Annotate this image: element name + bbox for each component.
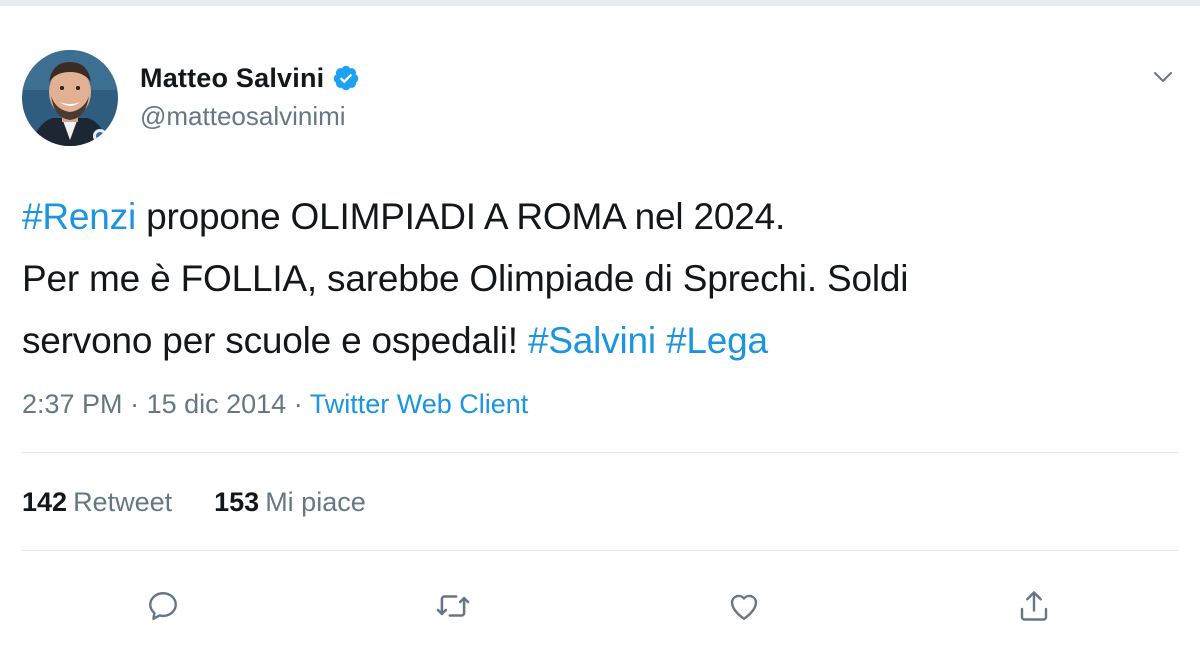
likes-stat[interactable]: 153 Mi piace xyxy=(214,487,366,518)
tweet-card: Matteo Salvini @matteosalvinimi #Renzi p… xyxy=(0,6,1200,656)
share-icon xyxy=(1020,591,1048,621)
tweet-source-link[interactable]: Twitter Web Client xyxy=(310,389,529,419)
tweet-line: servono per scuole e ospedali! #Salvini … xyxy=(22,310,1172,372)
author-name-row: Matteo Salvini xyxy=(140,60,360,96)
divider xyxy=(22,550,1178,551)
avatar[interactable] xyxy=(22,50,118,146)
chevron-down-icon xyxy=(1154,72,1172,82)
tweet-line: Per me è FOLLIA, sarebbe Olimpiade di Sp… xyxy=(22,248,1172,310)
verified-badge-icon xyxy=(332,64,360,92)
tweet-time[interactable]: 2:37 PM xyxy=(22,389,123,419)
avatar-photo xyxy=(22,50,118,146)
tweet-text-segment: Per me è FOLLIA, sarebbe Olimpiade di Sp… xyxy=(22,258,909,299)
meta-separator: · xyxy=(122,389,147,419)
retweet-icon xyxy=(436,595,470,617)
tweet-text-segment: propone OLIMPIADI A ROMA nel 2024. xyxy=(135,196,786,237)
likes-count: 153 xyxy=(214,487,260,517)
tweet-line: #Renzi propone OLIMPIADI A ROMA nel 2024… xyxy=(22,186,1172,248)
retweet-button[interactable] xyxy=(433,586,473,626)
tweet-date[interactable]: 15 dic 2014 xyxy=(147,389,287,419)
retweets-label: Retweet xyxy=(73,487,173,517)
share-button[interactable] xyxy=(1014,586,1054,626)
reply-icon xyxy=(149,592,177,620)
hashtag-salvini[interactable]: #Salvini xyxy=(528,320,656,361)
like-button[interactable] xyxy=(724,586,764,626)
tweet-meta: 2:37 PM · 15 dic 2014 · Twitter Web Clie… xyxy=(22,389,528,420)
hashtag-lega[interactable]: #Lega xyxy=(666,320,768,361)
heart-icon xyxy=(730,594,758,620)
author-display-name[interactable]: Matteo Salvini xyxy=(140,63,324,94)
retweets-count: 142 xyxy=(22,487,68,517)
meta-separator: · xyxy=(286,389,310,419)
author-handle[interactable]: @matteosalvinimi xyxy=(140,101,346,132)
tweet-text-segment xyxy=(656,320,666,361)
divider xyxy=(22,452,1178,453)
likes-label: Mi piace xyxy=(265,487,366,517)
tweet-stats: 142 Retweet 153 Mi piace xyxy=(22,487,366,518)
tweet-text-segment: servono per scuole e ospedali! xyxy=(22,320,528,361)
more-options-button[interactable] xyxy=(1148,62,1178,92)
hashtag-renzi[interactable]: #Renzi xyxy=(22,196,136,237)
tweet-text: #Renzi propone OLIMPIADI A ROMA nel 2024… xyxy=(22,186,1172,372)
reply-button[interactable] xyxy=(143,586,183,626)
retweets-stat[interactable]: 142 Retweet xyxy=(22,487,172,518)
